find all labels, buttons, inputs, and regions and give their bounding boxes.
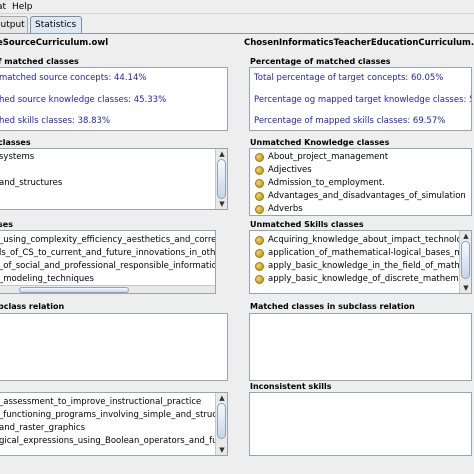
left-knowledge-list[interactable]: systems and_structures ▲ ▼ xyxy=(0,148,228,210)
scroll-thumb[interactable] xyxy=(217,159,226,199)
menu-bar xyxy=(0,0,474,14)
left-knowledge-scrollbar[interactable]: ▲ ▼ xyxy=(215,149,227,209)
list-item[interactable]: ls_of_CS_to_current_and_future_innovatio… xyxy=(0,248,215,258)
class-bullet-icon xyxy=(255,205,264,214)
left-subclass-panel xyxy=(0,313,228,381)
menu-help[interactable]: Help xyxy=(12,0,33,14)
scroll-down-arrow-icon[interactable]: ▼ xyxy=(217,446,227,454)
right-subclass-heading: Matched classes in subclass relation xyxy=(250,302,415,311)
list-item[interactable]: Acquiring_knowledge_about_impact_technol… xyxy=(268,235,471,245)
class-bullet-icon xyxy=(255,192,264,201)
left-skills-scroll-gutter xyxy=(216,230,228,294)
class-bullet-icon xyxy=(255,275,264,284)
list-item[interactable]: Adjectives xyxy=(268,165,312,175)
left-stat-knowledge: hed source knowledge classes: 45.33% xyxy=(0,95,167,105)
scroll-thumb[interactable] xyxy=(19,287,129,293)
scroll-up-arrow-icon[interactable]: ▲ xyxy=(461,232,471,240)
list-item[interactable]: systems xyxy=(0,152,34,162)
class-bullet-icon xyxy=(255,166,264,175)
left-bottom-list[interactable]: _assessment_to_improve_instructional_pra… xyxy=(0,392,228,456)
right-ontology-title: ChosenInformaticsTeacherEducationCurricu… xyxy=(244,38,474,48)
right-subclass-panel xyxy=(249,313,472,381)
scroll-down-arrow-icon[interactable]: ▼ xyxy=(461,284,471,292)
scroll-thumb[interactable] xyxy=(217,403,226,439)
list-item[interactable]: _using_complexity_efficiency_aesthetics_… xyxy=(0,235,215,245)
list-item[interactable]: and_raster_graphics xyxy=(0,423,85,433)
list-item[interactable]: apply_basic_knowledge_in_the_field_of_ma… xyxy=(268,261,471,271)
right-stat-skills: Percentage of mapped skills classes: 69.… xyxy=(254,116,446,126)
scroll-down-arrow-icon[interactable]: ▼ xyxy=(217,200,227,208)
list-item[interactable]: application_of_mathematical-logical_base… xyxy=(268,248,471,258)
left-stat-skills: hed skills classes: 38.83% xyxy=(0,116,111,126)
left-skills-hscrollbar[interactable] xyxy=(0,285,215,293)
tab-output[interactable]: output xyxy=(0,16,28,34)
scroll-up-arrow-icon[interactable]: ▲ xyxy=(217,150,227,158)
left-ontology-title: eSourceCurriculum.owl xyxy=(0,38,109,48)
class-bullet-icon xyxy=(255,179,264,188)
list-item[interactable]: About_project_management xyxy=(268,152,388,162)
list-item[interactable]: Advantages_and_disadvantages_of_simulati… xyxy=(268,191,466,201)
right-skills-scrollbar[interactable]: ▲ ▼ xyxy=(459,231,471,293)
list-item[interactable]: _of_social_and_professional_responsible_… xyxy=(0,261,215,271)
right-skills-list[interactable]: Acquiring_knowledge_about_impact_technol… xyxy=(249,230,472,294)
class-bullet-icon xyxy=(255,262,264,271)
menu-format[interactable]: at xyxy=(0,0,6,14)
right-stat-concepts: Total percentage of target concepts: 60.… xyxy=(254,73,444,83)
class-bullet-icon xyxy=(255,249,264,258)
class-bullet-icon xyxy=(255,236,264,245)
list-item[interactable]: Admission_to_employment. xyxy=(268,178,385,188)
list-item[interactable]: apply_basic_knowledge_of_discrete_mathem… xyxy=(268,274,471,284)
scroll-up-arrow-icon[interactable]: ▲ xyxy=(217,394,227,402)
list-item[interactable]: and_structures xyxy=(0,178,62,188)
list-item[interactable]: _modeling_techniques xyxy=(0,274,94,284)
left-stat-concepts: matched source concepts: 44.14% xyxy=(0,73,147,83)
right-stats-panel: Total percentage of target concepts: 60.… xyxy=(249,67,472,131)
list-item[interactable]: _functioning_programs_involving_simple_a… xyxy=(0,410,227,420)
right-inconsistent-panel xyxy=(249,392,472,456)
list-item[interactable]: _assessment_to_improve_instructional_pra… xyxy=(0,397,201,407)
left-bottom-scrollbar[interactable]: ▲ ▼ xyxy=(215,393,227,455)
left-subclass-heading: bclass relation xyxy=(0,302,65,311)
class-bullet-icon xyxy=(255,153,264,162)
list-item[interactable]: Adverbs xyxy=(268,204,303,214)
list-item[interactable]: gical_expressions_using_Boolean_operator… xyxy=(0,436,227,446)
right-knowledge-list[interactable]: About_project_management Adjectives Admi… xyxy=(249,148,472,216)
tab-statistics[interactable]: Statistics xyxy=(30,16,82,34)
scroll-thumb[interactable] xyxy=(461,241,470,279)
right-stat-knowledge: Percentage og mapped target knowledge cl… xyxy=(254,95,472,105)
left-skills-list[interactable]: _using_complexity_efficiency_aesthetics_… xyxy=(0,230,216,294)
left-stats-panel: matched source concepts: 44.14% hed sour… xyxy=(0,67,228,131)
